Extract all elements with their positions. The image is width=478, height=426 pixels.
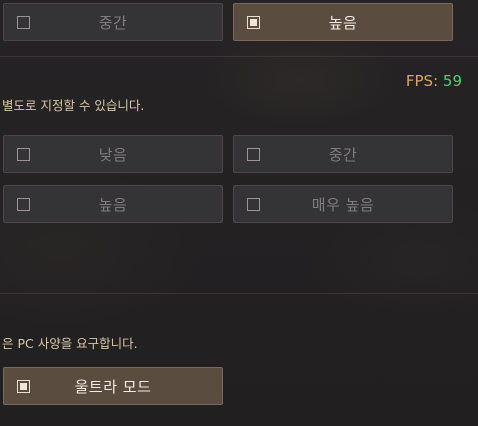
fps-value: 59 bbox=[442, 72, 462, 90]
section-description: 은 PC 사양을 요구합니다. bbox=[2, 336, 138, 351]
checkbox-icon[interactable] bbox=[17, 15, 30, 29]
option-label: 낮음 bbox=[98, 145, 128, 164]
option-medium[interactable]: 중간 bbox=[233, 135, 453, 173]
checkbox-checked-icon[interactable] bbox=[17, 379, 30, 393]
checkbox-icon[interactable] bbox=[17, 147, 30, 161]
checkbox-checked-icon[interactable] bbox=[247, 15, 260, 29]
section-divider bbox=[0, 56, 478, 57]
section-divider bbox=[0, 293, 478, 294]
option-label: 높음 bbox=[98, 195, 128, 214]
fps-label: FPS: bbox=[405, 72, 439, 90]
checkbox-icon[interactable] bbox=[17, 197, 30, 211]
option-label: 높음 bbox=[328, 13, 358, 32]
section-description: 별도로 지정할 수 있습니다. bbox=[2, 98, 145, 113]
option-label: 매우 높음 bbox=[311, 195, 375, 214]
option-label: 울트라 모드 bbox=[74, 377, 152, 396]
option-medium-top[interactable]: 중간 bbox=[3, 3, 223, 41]
option-high[interactable]: 높음 bbox=[3, 185, 223, 223]
option-low[interactable]: 낮음 bbox=[3, 135, 223, 173]
option-label: 중간 bbox=[98, 13, 128, 32]
fps-counter: FPS: 59 bbox=[406, 72, 462, 90]
option-label: 중간 bbox=[328, 145, 358, 164]
checkbox-icon[interactable] bbox=[247, 197, 260, 211]
option-high-top[interactable]: 높음 bbox=[233, 3, 453, 41]
option-very-high[interactable]: 매우 높음 bbox=[233, 185, 453, 223]
checkbox-icon[interactable] bbox=[247, 147, 260, 161]
ultra-mode-option[interactable]: 울트라 모드 bbox=[3, 367, 223, 405]
